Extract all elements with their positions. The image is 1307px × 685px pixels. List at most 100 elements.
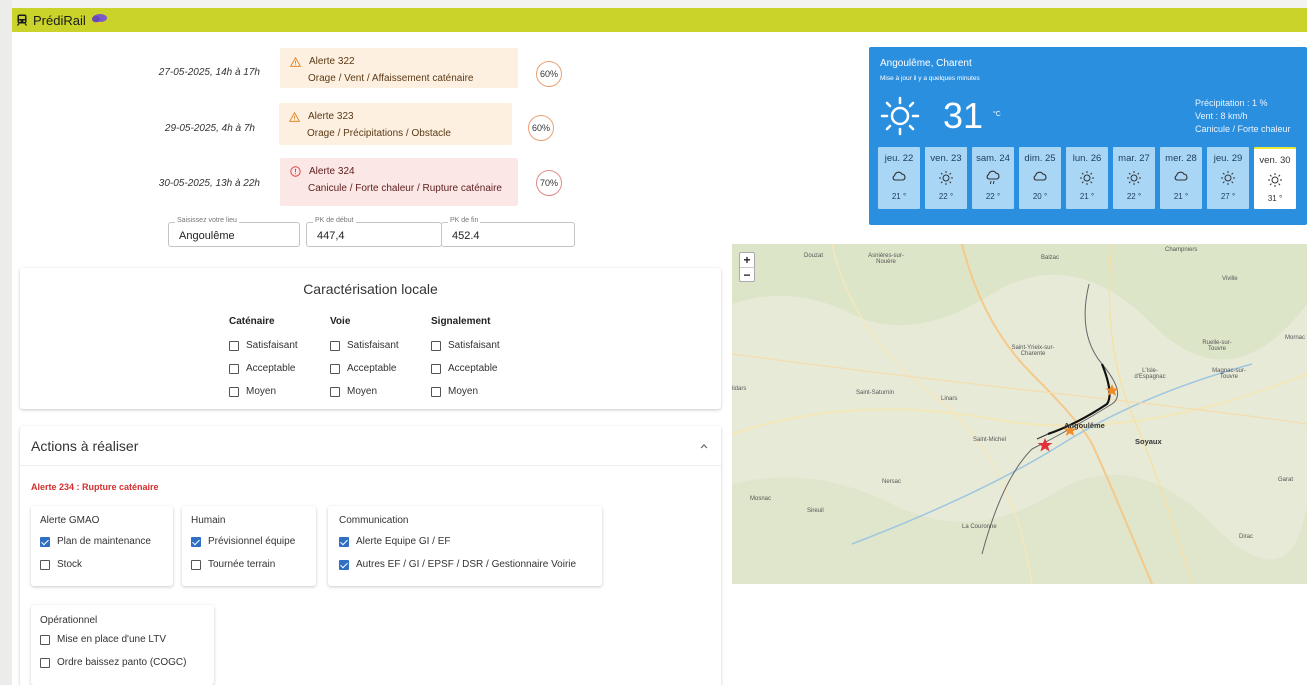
checkbox-option[interactable]: Acceptable [431, 357, 500, 380]
checkbox-option[interactable]: Moyen [330, 380, 399, 403]
checkbox[interactable] [229, 340, 239, 351]
checkbox-option[interactable]: Mise en place d'une LTV [40, 628, 214, 651]
option-label: Satisfaisant [347, 340, 399, 351]
day-name: mar. 27 [1118, 153, 1150, 164]
map-place-label: lidars [732, 386, 747, 392]
option-label: Plan de maintenance [57, 536, 151, 547]
forecast-day[interactable]: jeu. 29 27 ° [1207, 147, 1249, 209]
checkbox-checked[interactable] [339, 559, 349, 570]
zoom-out-button[interactable]: − [740, 267, 754, 282]
column-heading: Voie [330, 316, 351, 327]
checkbox-checked[interactable] [191, 536, 201, 547]
forecast-day[interactable]: dim. 25 20 ° [1019, 147, 1061, 209]
map-place-label: Saint-Yrieix-sur-Charente [1011, 345, 1055, 357]
checkbox-option[interactable]: Moyen [229, 380, 298, 403]
forecast-day[interactable]: mar. 27 22 ° [1113, 147, 1155, 209]
map-place-label: Angoulême [1064, 421, 1105, 430]
forecast-day[interactable]: ven. 23 22 ° [925, 147, 967, 209]
checkbox-option[interactable]: Acceptable [330, 357, 399, 380]
checkbox[interactable] [330, 340, 340, 351]
sun-icon [1268, 173, 1282, 187]
checkbox[interactable] [431, 363, 441, 374]
map-place-label: Douzat [804, 253, 824, 259]
option-label: Moyen [347, 386, 378, 397]
checkbox-option[interactable]: Satisfaisant [229, 334, 298, 357]
checkbox-option[interactable]: Stock [40, 553, 173, 576]
group-heading: Communication [339, 515, 409, 526]
column-heading: Caténaire [229, 316, 275, 327]
map-place-label: Champniers [1165, 247, 1198, 253]
checkbox-option[interactable]: Satisfaisant [431, 334, 500, 357]
checkbox-option[interactable]: Autres EF / GI / EPSF / DSR / Gestionnai… [339, 553, 602, 576]
location-input-value: Angoulême [179, 230, 235, 242]
panel-title: Caractérisation locale [303, 281, 438, 297]
checkbox-checked[interactable] [40, 536, 50, 547]
checkbox[interactable] [40, 657, 50, 668]
action-group-humain: Humain Prévisionnel équipe Tournée terra… [182, 506, 316, 586]
checkbox[interactable] [40, 559, 50, 570]
checkbox-option[interactable]: Satisfaisant [330, 334, 399, 357]
actions-panel-header[interactable]: Actions à réaliser [20, 426, 721, 466]
checkbox-option[interactable]: Moyen [431, 380, 500, 403]
map-view[interactable]: + − Douzat Asnières-sur-Nouère Balzac Ch… [732, 244, 1307, 584]
pk-end-value: 452.4 [452, 230, 480, 242]
checkbox-checked[interactable] [339, 536, 349, 547]
forecast-day[interactable]: lun. 26 21 ° [1066, 147, 1108, 209]
alert-card[interactable]: Alerte 323 Orage / Précipitations / Obst… [279, 103, 512, 145]
option-label: Acceptable [246, 363, 296, 374]
weather-location: Angoulême, Charent [880, 58, 972, 69]
checkbox-option[interactable]: Plan de maintenance [40, 530, 173, 553]
checkbox-option[interactable]: Tournée terrain [191, 553, 316, 576]
local-characterization-panel: Caractérisation locale Caténaire Satisfa… [20, 268, 721, 409]
checkbox-option[interactable]: Alerte Equipe GI / EF [339, 530, 602, 553]
map-place-label: Linars [941, 396, 958, 402]
pk-end-input[interactable]: PK de fin 452.4 [441, 217, 575, 247]
forecast-day[interactable]: jeu. 22 21 ° [878, 147, 920, 209]
page-background [0, 0, 12, 685]
checkbox[interactable] [431, 340, 441, 351]
option-label: Moyen [246, 386, 277, 397]
probability-badge: 60% [536, 61, 562, 87]
alert-card[interactable]: Alerte 324 Canicule / Forte chaleur / Ru… [280, 158, 518, 206]
option-label: Ordre baissez panto (COGC) [57, 657, 187, 668]
map-place-label: Asnières-sur-Nouère [868, 253, 904, 265]
day-name: jeu. 22 [884, 153, 914, 164]
forecast-day-selected[interactable]: ven. 30 31 ° [1254, 147, 1296, 209]
checkbox[interactable] [191, 559, 201, 570]
alert-card[interactable]: Alerte 322 Orage / Vent / Affaissement c… [280, 48, 518, 88]
checkbox[interactable] [229, 386, 239, 397]
map-place-label: Viville [1222, 276, 1238, 282]
pk-start-label: PK de début [313, 217, 356, 224]
checkbox[interactable] [40, 634, 50, 645]
warning-icon [289, 111, 300, 122]
pk-start-input[interactable]: PK de début 447,4 [306, 217, 442, 247]
map-place-label: Saint-Michel [973, 437, 1007, 443]
signalement-column: Signalement Satisfaisant Acceptable Moye… [431, 316, 500, 403]
day-name: ven. 30 [1259, 155, 1291, 166]
checkbox-option[interactable]: Prévisionnel équipe [191, 530, 316, 553]
forecast-day[interactable]: mer. 28 21 ° [1160, 147, 1202, 209]
map-place-label: Mornac [1285, 335, 1306, 341]
option-label: Moyen [448, 386, 479, 397]
chevron-up-icon[interactable] [700, 443, 708, 449]
storm-icon [91, 14, 107, 28]
checkbox[interactable] [229, 363, 239, 374]
location-input[interactable]: Saisissez votre lieu Angoulême [168, 217, 300, 247]
warning-icon [290, 56, 301, 67]
map-place-label: Nersac [882, 479, 902, 485]
checkbox-option[interactable]: Ordre baissez panto (COGC) [40, 651, 214, 674]
option-label: Alerte Equipe GI / EF [356, 536, 451, 547]
day-temperature: 20 ° [1032, 192, 1048, 201]
map-place-label: Garat [1278, 477, 1294, 483]
checkbox-option[interactable]: Acceptable [229, 357, 298, 380]
checkbox[interactable] [330, 363, 340, 374]
checkbox[interactable] [431, 386, 441, 397]
group-heading: Opérationnel [40, 615, 98, 626]
checkbox[interactable] [330, 386, 340, 397]
zoom-in-button[interactable]: + [740, 253, 754, 267]
column-heading: Signalement [431, 316, 491, 327]
forecast-day[interactable]: sam. 24 22 ° [972, 147, 1014, 209]
day-name: lun. 26 [1072, 153, 1102, 164]
option-label: Prévisionnel équipe [208, 536, 296, 547]
catenaire-column: Caténaire Satisfaisant Acceptable Moyen [229, 316, 298, 403]
